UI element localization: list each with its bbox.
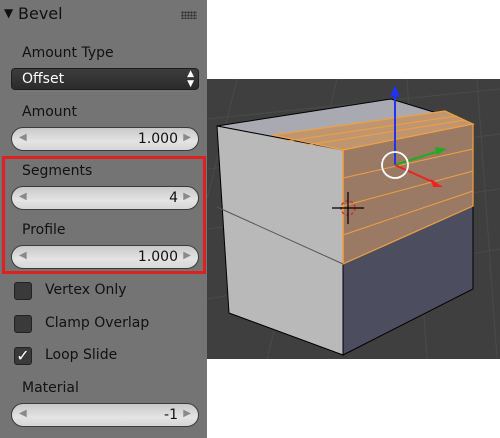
- material-field[interactable]: ◀ -1 ▶: [11, 403, 199, 427]
- arrow-left-icon[interactable]: ◀: [19, 408, 27, 419]
- panel-header[interactable]: ▼ Bevel: [0, 0, 207, 28]
- z-axis-arrow-icon[interactable]: [390, 85, 400, 97]
- bevel-operator-panel: ▼ Bevel Amount Type Offset ▲ ▼ Amount ◀ 1…: [0, 0, 207, 438]
- vertex-only-checkbox[interactable]: [14, 282, 32, 300]
- amount-label: Amount: [22, 104, 78, 120]
- viewport-scene: [207, 79, 500, 359]
- grip-dots-icon[interactable]: [181, 11, 197, 19]
- clamp-overlap-label: Clamp Overlap: [45, 315, 150, 331]
- panel-title: Bevel: [18, 4, 63, 23]
- triangle-down-icon[interactable]: ▼: [4, 6, 13, 20]
- updown-arrows-icon: ▲ ▼: [187, 69, 194, 89]
- amount-value: 1.000: [137, 131, 178, 147]
- clamp-overlap-checkbox[interactable]: [14, 315, 32, 333]
- material-label: Material: [22, 380, 79, 396]
- 3d-viewport[interactable]: [207, 79, 500, 359]
- cube-left-face: [216, 125, 344, 356]
- highlight-box: [2, 156, 206, 274]
- checkmark-icon: ✓: [16, 346, 30, 365]
- material-value: -1: [164, 407, 178, 423]
- cube[interactable]: [216, 98, 475, 356]
- arrow-left-icon[interactable]: ◀: [19, 132, 27, 143]
- loop-slide-label: Loop Slide: [45, 347, 118, 363]
- loop-slide-checkbox[interactable]: ✓: [14, 347, 32, 365]
- amount-field[interactable]: ◀ 1.000 ▶: [11, 127, 199, 151]
- arrow-right-icon[interactable]: ▶: [183, 408, 191, 419]
- vertex-only-label: Vertex Only: [45, 282, 127, 298]
- amount-type-label: Amount Type: [22, 45, 114, 61]
- amount-type-dropdown[interactable]: Offset ▲ ▼: [11, 68, 199, 90]
- arrow-right-icon[interactable]: ▶: [183, 132, 191, 143]
- amount-type-value: Offset: [22, 71, 65, 87]
